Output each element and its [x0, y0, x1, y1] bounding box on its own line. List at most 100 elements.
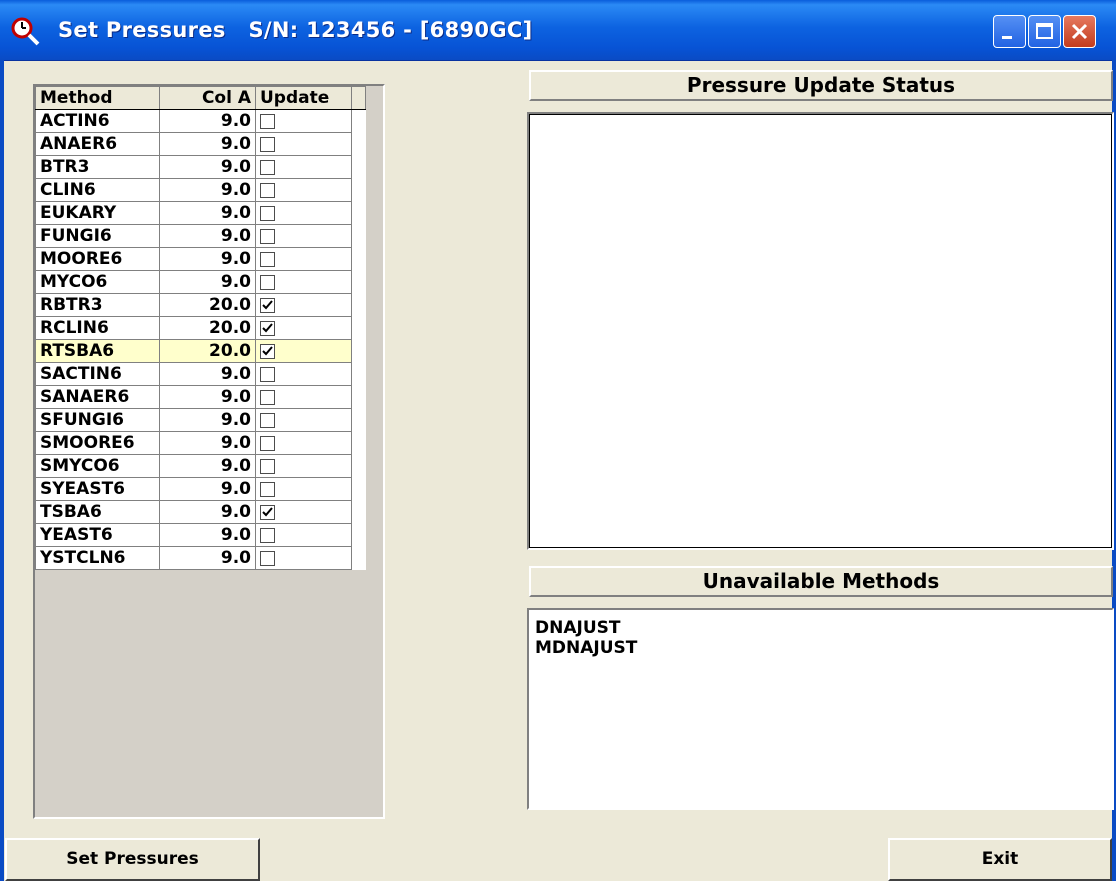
table-row[interactable]: RTSBA6 20.0 — [35, 339, 366, 363]
col-a-cell[interactable]: 9.0 — [159, 247, 256, 271]
update-checkbox[interactable] — [260, 481, 275, 497]
method-cell[interactable]: YSTCLN6 — [35, 546, 160, 570]
col-a-cell[interactable]: 9.0 — [159, 408, 256, 432]
maximize-button[interactable] — [1028, 15, 1061, 48]
update-checkbox[interactable] — [260, 274, 275, 290]
method-cell[interactable]: SYEAST6 — [35, 477, 160, 501]
update-checkbox[interactable] — [260, 458, 275, 474]
method-cell[interactable]: YEAST6 — [35, 523, 160, 547]
col-a-cell[interactable]: 9.0 — [159, 431, 256, 455]
col-a-cell[interactable]: 9.0 — [159, 132, 256, 156]
method-cell[interactable]: ACTIN6 — [35, 109, 160, 133]
table-row[interactable]: TSBA6 9.0 — [35, 500, 366, 524]
method-cell[interactable]: MYCO6 — [35, 270, 160, 294]
exit-button[interactable]: Exit — [888, 838, 1112, 881]
table-row[interactable]: SANAER6 9.0 — [35, 385, 366, 409]
method-cell[interactable]: SACTIN6 — [35, 362, 160, 386]
col-a-cell[interactable]: 9.0 — [159, 523, 256, 547]
minimize-button[interactable] — [993, 15, 1026, 48]
method-cell[interactable]: SMOORE6 — [35, 431, 160, 455]
col-a-cell[interactable]: 20.0 — [159, 339, 256, 363]
method-cell[interactable]: MOORE6 — [35, 247, 160, 271]
method-cell[interactable]: RBTR3 — [35, 293, 160, 317]
table-row[interactable]: MYCO6 9.0 — [35, 270, 366, 294]
table-row[interactable]: ANAER6 9.0 — [35, 132, 366, 156]
header-method[interactable]: Method — [35, 86, 160, 110]
update-checkbox[interactable] — [260, 504, 275, 520]
update-checkbox[interactable] — [260, 389, 275, 405]
col-a-cell[interactable]: 9.0 — [159, 362, 256, 386]
col-a-cell[interactable]: 9.0 — [159, 477, 256, 501]
table-row[interactable]: SMOORE6 9.0 — [35, 431, 366, 455]
update-checkbox[interactable] — [260, 550, 275, 566]
unavailable-method-item[interactable]: MDNAJUST — [535, 638, 1112, 658]
update-checkbox[interactable] — [260, 527, 275, 543]
method-cell[interactable]: SANAER6 — [35, 385, 160, 409]
clock-magnifier-icon — [11, 17, 40, 46]
update-checkbox[interactable] — [260, 182, 275, 198]
method-cell[interactable]: ANAER6 — [35, 132, 160, 156]
table-row[interactable]: ACTIN6 9.0 — [35, 109, 366, 133]
unavailable-method-item[interactable]: DNAJUST — [535, 618, 1112, 638]
update-cell — [255, 408, 352, 432]
col-a-cell[interactable]: 9.0 — [159, 109, 256, 133]
unavailable-methods-list[interactable]: DNAJUST MDNAJUST — [527, 608, 1114, 810]
method-cell[interactable]: RTSBA6 — [35, 339, 160, 363]
col-a-cell[interactable]: 20.0 — [159, 293, 256, 317]
table-row[interactable]: BTR3 9.0 — [35, 155, 366, 179]
col-a-cell[interactable]: 9.0 — [159, 155, 256, 179]
col-a-cell[interactable]: 9.0 — [159, 546, 256, 570]
table-row[interactable]: YEAST6 9.0 — [35, 523, 366, 547]
update-checkbox[interactable] — [260, 343, 275, 359]
update-checkbox[interactable] — [260, 136, 275, 152]
table-row[interactable]: CLIN6 9.0 — [35, 178, 366, 202]
update-checkbox[interactable] — [260, 366, 275, 382]
table-row[interactable]: MOORE6 9.0 — [35, 247, 366, 271]
table-row[interactable]: FUNGI6 9.0 — [35, 224, 366, 248]
method-cell[interactable]: BTR3 — [35, 155, 160, 179]
update-checkbox[interactable] — [260, 205, 275, 221]
update-cell — [255, 339, 352, 363]
methods-grid[interactable]: Method Col A Update ACTIN6 9.0 ANAER6 9.0 BT… — [35, 86, 366, 570]
update-checkbox[interactable] — [260, 251, 275, 267]
update-cell — [255, 109, 352, 133]
update-checkbox[interactable] — [260, 412, 275, 428]
update-checkbox[interactable] — [260, 320, 275, 336]
method-cell[interactable]: CLIN6 — [35, 178, 160, 202]
update-checkbox[interactable] — [260, 435, 275, 451]
method-cell[interactable]: RCLIN6 — [35, 316, 160, 340]
methods-grid-panel[interactable]: Method Col A Update ACTIN6 9.0 ANAER6 9.0 BT… — [33, 84, 385, 819]
col-a-cell[interactable]: 9.0 — [159, 270, 256, 294]
method-cell[interactable]: EUKARY — [35, 201, 160, 225]
checkmark-icon — [262, 322, 273, 332]
col-a-cell[interactable]: 9.0 — [159, 224, 256, 248]
table-row[interactable]: RCLIN6 20.0 — [35, 316, 366, 340]
col-a-cell[interactable]: 20.0 — [159, 316, 256, 340]
set-pressures-button[interactable]: Set Pressures — [5, 838, 260, 881]
update-checkbox[interactable] — [260, 297, 275, 313]
header-col-a[interactable]: Col A — [159, 86, 256, 110]
method-cell[interactable]: SMYCO6 — [35, 454, 160, 478]
col-a-cell[interactable]: 9.0 — [159, 500, 256, 524]
pressure-update-status-box[interactable] — [527, 112, 1114, 550]
title-bar[interactable]: Set Pressures S/N: 123456 - [6890GC] — [0, 0, 1116, 61]
table-row[interactable]: SACTIN6 9.0 — [35, 362, 366, 386]
table-row[interactable]: RBTR3 20.0 — [35, 293, 366, 317]
table-row[interactable]: SMYCO6 9.0 — [35, 454, 366, 478]
method-cell[interactable]: FUNGI6 — [35, 224, 160, 248]
method-cell[interactable]: SFUNGI6 — [35, 408, 160, 432]
update-checkbox[interactable] — [260, 159, 275, 175]
table-row[interactable]: YSTCLN6 9.0 — [35, 546, 366, 570]
table-row[interactable]: SYEAST6 9.0 — [35, 477, 366, 501]
update-checkbox[interactable] — [260, 228, 275, 244]
table-row[interactable]: EUKARY 9.0 — [35, 201, 366, 225]
method-cell[interactable]: TSBA6 — [35, 500, 160, 524]
col-a-cell[interactable]: 9.0 — [159, 454, 256, 478]
close-button[interactable] — [1063, 15, 1096, 48]
col-a-cell[interactable]: 9.0 — [159, 385, 256, 409]
col-a-cell[interactable]: 9.0 — [159, 178, 256, 202]
header-update[interactable]: Update — [255, 86, 352, 110]
col-a-cell[interactable]: 9.0 — [159, 201, 256, 225]
table-row[interactable]: SFUNGI6 9.0 — [35, 408, 366, 432]
update-checkbox[interactable] — [260, 113, 275, 129]
